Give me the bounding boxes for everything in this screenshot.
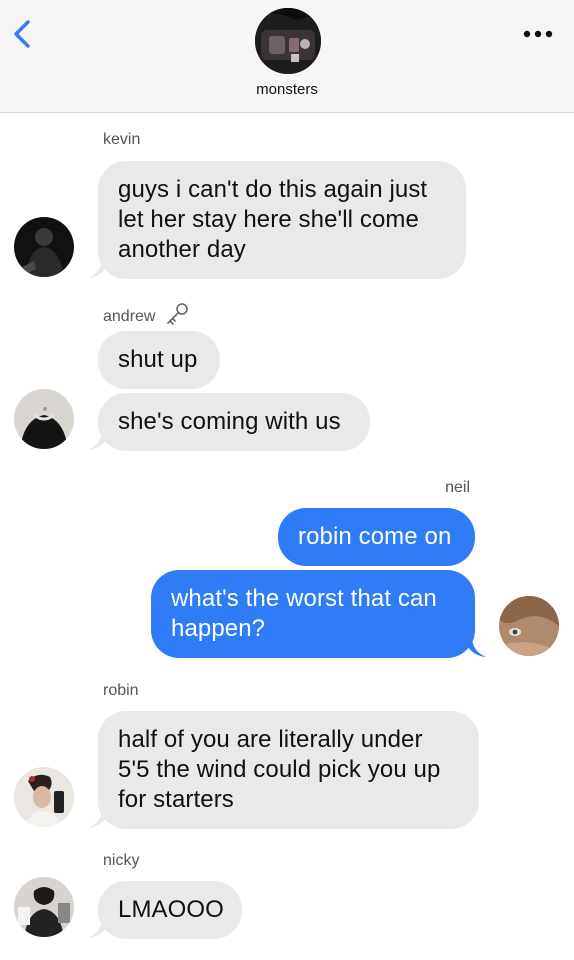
sender-name-text: andrew [103, 308, 156, 325]
group-avatar[interactable] [255, 8, 321, 74]
chat-header: monsters [0, 0, 574, 113]
sender-name: andrew [103, 302, 190, 326]
message-bubble[interactable]: robin come on [278, 508, 475, 566]
avatar[interactable] [14, 217, 74, 277]
message-bubble[interactable]: what's the worst that can happen? [151, 570, 475, 658]
back-button[interactable] [8, 16, 40, 52]
message-bubble[interactable]: she's coming with us [98, 393, 370, 451]
avatar[interactable] [14, 389, 74, 449]
avatar[interactable] [499, 596, 559, 656]
avatar[interactable] [14, 767, 74, 827]
sender-name: kevin [103, 131, 141, 148]
more-options-button[interactable] [520, 22, 556, 46]
ellipsis-icon [523, 30, 553, 38]
chat-screen: monsters kevin guys i can't do this agai… [0, 0, 574, 960]
message-bubble[interactable]: guys i can't do this again just let her … [98, 161, 466, 279]
sender-name: neil [445, 479, 470, 496]
sender-name: nicky [103, 852, 140, 869]
message-bubble[interactable]: half of you are literally under 5'5 the … [98, 711, 479, 829]
sender-name: robin [103, 682, 139, 699]
message-bubble[interactable]: LMAOOO [98, 881, 242, 939]
group-name[interactable]: monsters [0, 81, 574, 98]
message-bubble[interactable]: shut up [98, 331, 220, 389]
bubble-tail [464, 637, 486, 657]
chevron-left-icon [14, 20, 30, 48]
avatar[interactable] [14, 877, 74, 937]
key-icon [167, 303, 188, 325]
